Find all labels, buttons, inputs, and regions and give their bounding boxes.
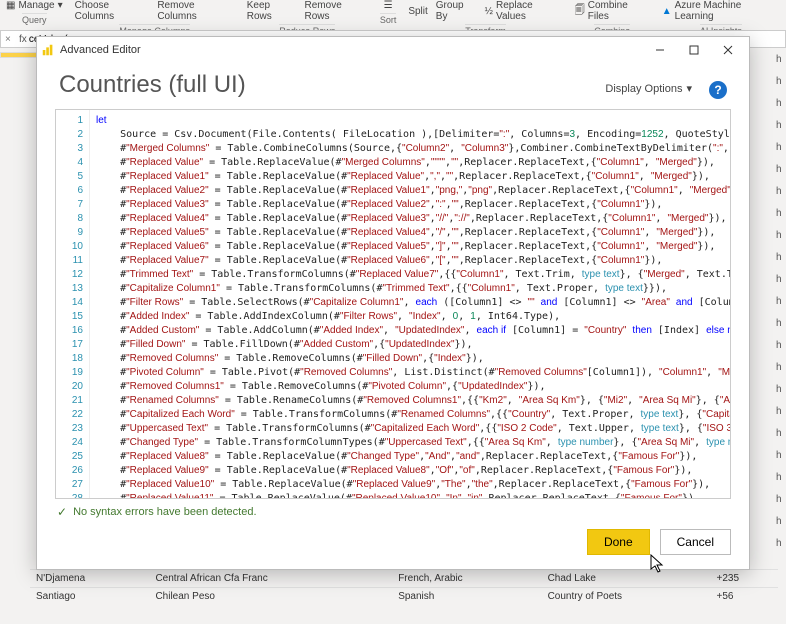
replace-values-button[interactable]: ½ Replace Values	[485, 0, 563, 22]
line-number-gutter: 1234567891011121314151617181920212223242…	[56, 110, 90, 498]
display-options-dropdown[interactable]: Display Options ▾	[598, 78, 699, 99]
chevron-down-icon: ▾	[686, 82, 692, 95]
close-button[interactable]	[711, 38, 745, 62]
keep-rows-button[interactable]: Keep Rows	[247, 0, 297, 22]
minimize-button[interactable]	[643, 38, 677, 62]
check-icon: ✓	[57, 505, 67, 519]
clear-formula-icon[interactable]: ×	[5, 34, 11, 45]
group-by-button[interactable]: Group By	[436, 0, 477, 22]
group-label: Query	[22, 13, 47, 25]
bg-column-letters: hhh hhh hhh hhh hhh hhh hhh hh	[776, 50, 786, 556]
files-icon: 🗐	[575, 3, 585, 20]
syntax-status: ✓ No syntax errors have been detected.	[57, 505, 729, 519]
sort-asc-button[interactable]: ☰	[384, 0, 393, 11]
maximize-icon	[689, 45, 699, 55]
background-data-table: N'DjamenaCentral African Cfa Franc Frenc…	[30, 569, 778, 624]
ribbon: ▦ Manage▾ Query Choose Columns Remove Co…	[0, 0, 786, 30]
done-button[interactable]: Done	[587, 529, 650, 555]
window-title: Advanced Editor	[60, 44, 141, 56]
code-area[interactable]: let Source = Csv.Document(File.Contents(…	[90, 110, 730, 498]
table-icon: ▦	[6, 0, 15, 11]
remove-columns-button[interactable]: Remove Columns	[157, 0, 234, 22]
maximize-button[interactable]	[677, 38, 711, 62]
azure-icon: ▲	[662, 6, 672, 17]
choose-columns-button[interactable]: Choose Columns	[75, 0, 150, 22]
cancel-button[interactable]: Cancel	[660, 529, 731, 555]
close-icon	[723, 45, 733, 55]
table-row: N'DjamenaCentral African Cfa Franc Frenc…	[30, 570, 778, 588]
powerbi-icon	[41, 43, 55, 57]
minimize-icon	[655, 45, 665, 55]
chevron-down-icon: ▾	[58, 0, 63, 11]
replace-icon: ½	[485, 6, 493, 17]
table-row: SantiagoChilean Peso SpanishCountry of P…	[30, 588, 778, 606]
azure-ml-button[interactable]: ▲ Azure Machine Learning	[662, 0, 780, 22]
help-button[interactable]: ?	[709, 81, 727, 99]
split-button[interactable]: Split	[408, 0, 427, 22]
code-editor[interactable]: 1234567891011121314151617181920212223242…	[55, 109, 731, 499]
combine-files-button[interactable]: 🗐 Combine Files	[575, 0, 650, 22]
advanced-editor-dialog: Advanced Editor Countries (full UI) Disp…	[36, 36, 750, 570]
manage-menu[interactable]: ▦ Manage▾	[6, 0, 63, 11]
group-label: Sort	[380, 13, 397, 25]
page-title: Countries (full UI)	[59, 71, 598, 99]
status-text: No syntax errors have been detected.	[73, 506, 256, 518]
remove-rows-button[interactable]: Remove Rows	[305, 0, 368, 22]
titlebar: Advanced Editor	[37, 37, 749, 63]
fx-icon[interactable]: fx	[17, 34, 29, 45]
